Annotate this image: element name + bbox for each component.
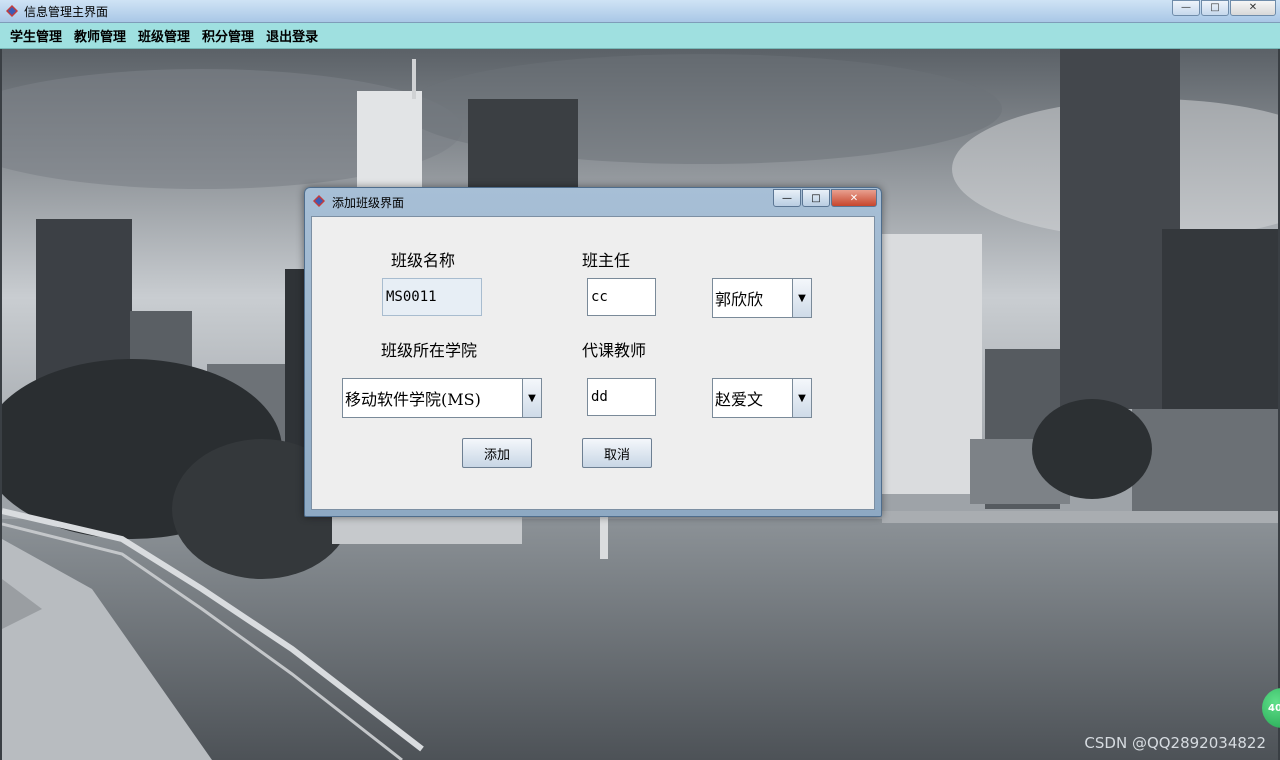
dialog-minimize-button[interactable]: — [773, 189, 801, 207]
main-minimize-button[interactable]: — [1172, 0, 1200, 16]
main-maximize-button[interactable]: □ [1201, 0, 1229, 16]
chevron-down-icon[interactable]: ▼ [792, 379, 811, 417]
head-teacher-label: 班主任 [582, 251, 631, 270]
main-window-titlebar[interactable]: 信息管理主界面 — □ ✕ [0, 0, 1280, 23]
java-app-icon [313, 195, 325, 207]
add-button[interactable]: 添加 [462, 438, 532, 468]
course-teacher-select-value: 赵爱文 [715, 390, 764, 409]
chevron-down-icon[interactable]: ▼ [792, 279, 811, 317]
main-close-button[interactable]: ✕ [1230, 0, 1276, 16]
dialog-title: 添加班级界面 [332, 196, 405, 210]
menu-teacher-management[interactable]: 教师管理 [68, 26, 132, 45]
dialog-maximize-button[interactable]: □ [802, 189, 830, 207]
chevron-down-icon[interactable]: ▼ [522, 379, 541, 417]
class-name-field[interactable]: MS0011 [382, 278, 482, 316]
head-teacher-input[interactable]: cc [587, 278, 656, 316]
head-teacher-select[interactable]: 郭欣欣 ▼ [712, 278, 812, 318]
menu-logout[interactable]: 退出登录 [260, 26, 324, 45]
menu-points-management[interactable]: 积分管理 [196, 26, 260, 45]
course-teacher-select[interactable]: 赵爱文 ▼ [712, 378, 812, 418]
college-select[interactable]: 移动软件学院(MS) ▼ [342, 378, 542, 418]
main-window-title: 信息管理主界面 [24, 5, 109, 19]
college-select-value: 移动软件学院(MS) [345, 390, 481, 409]
menu-student-management[interactable]: 学生管理 [4, 26, 68, 45]
college-label: 班级所在学院 [381, 341, 478, 360]
menubar: 学生管理 教师管理 班级管理 积分管理 退出登录 [0, 23, 1280, 49]
menu-class-management[interactable]: 班级管理 [132, 26, 196, 45]
add-class-dialog: 添加班级界面 — □ ✕ 班级名称 班主任 MS0011 cc 郭欣欣 ▼ 班级… [304, 187, 882, 517]
class-name-label: 班级名称 [391, 251, 456, 270]
dialog-body: 班级名称 班主任 MS0011 cc 郭欣欣 ▼ 班级所在学院 代课教师 移动软… [311, 216, 875, 510]
dialog-close-button[interactable]: ✕ [831, 189, 877, 207]
cancel-button[interactable]: 取消 [582, 438, 652, 468]
csdn-watermark: CSDN @QQ2892034822 [1084, 734, 1266, 752]
java-app-icon [6, 5, 18, 17]
dialog-titlebar[interactable]: 添加班级界面 — □ ✕ [305, 188, 881, 214]
course-teacher-input[interactable]: dd [587, 378, 656, 416]
course-teacher-label: 代课教师 [582, 341, 647, 360]
head-teacher-select-value: 郭欣欣 [715, 290, 764, 309]
